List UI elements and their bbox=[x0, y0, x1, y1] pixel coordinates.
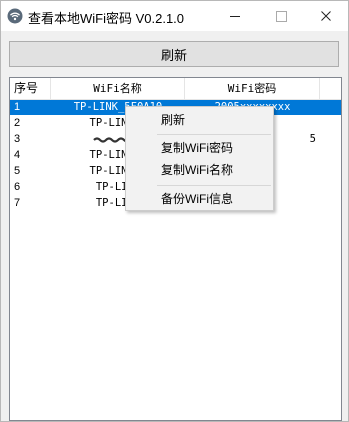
menu-separator bbox=[157, 134, 271, 135]
refresh-button[interactable]: 刷新 bbox=[9, 41, 339, 67]
row-index: 1 bbox=[14, 101, 21, 113]
column-header-index[interactable]: 序号 bbox=[10, 78, 51, 99]
row-index: 2 bbox=[14, 117, 21, 129]
menu-item-copy-name[interactable]: 复制WiFi名称 bbox=[126, 159, 273, 181]
menu-item-backup[interactable]: 备份WiFi信息 bbox=[126, 188, 273, 210]
row-index: 5 bbox=[14, 165, 21, 177]
list-header: 序号 WiFi名称 WiFi密码 bbox=[10, 78, 341, 100]
close-button[interactable] bbox=[303, 1, 349, 31]
wifi-icon bbox=[7, 8, 23, 24]
minimize-icon bbox=[230, 15, 240, 17]
maximize-button[interactable] bbox=[258, 1, 304, 31]
context-menu: 刷新 复制WiFi密码 复制WiFi名称 备份WiFi信息 bbox=[125, 106, 274, 211]
menu-separator bbox=[157, 185, 271, 186]
menu-item-copy-password[interactable]: 复制WiFi密码 bbox=[126, 137, 273, 159]
row-index: 3 bbox=[14, 133, 21, 145]
row-index: 7 bbox=[14, 197, 21, 209]
column-header-wifi-name[interactable]: WiFi名称 bbox=[51, 78, 185, 99]
title-bar[interactable]: 查看本地WiFi密码 V0.2.1.0 bbox=[1, 1, 348, 31]
column-header-wifi-password[interactable]: WiFi密码 bbox=[185, 78, 320, 99]
row-index: 6 bbox=[14, 181, 21, 193]
close-icon bbox=[321, 11, 331, 21]
menu-item-refresh[interactable]: 刷新 bbox=[126, 109, 273, 131]
minimize-button[interactable] bbox=[212, 1, 258, 31]
row-index: 4 bbox=[14, 149, 21, 161]
maximize-icon bbox=[275, 10, 287, 22]
app-window: 查看本地WiFi密码 V0.2.1.0 刷新 序号 WiFi名称 WiFi密码 … bbox=[0, 0, 349, 422]
window-title: 查看本地WiFi密码 V0.2.1.0 bbox=[28, 11, 185, 26]
